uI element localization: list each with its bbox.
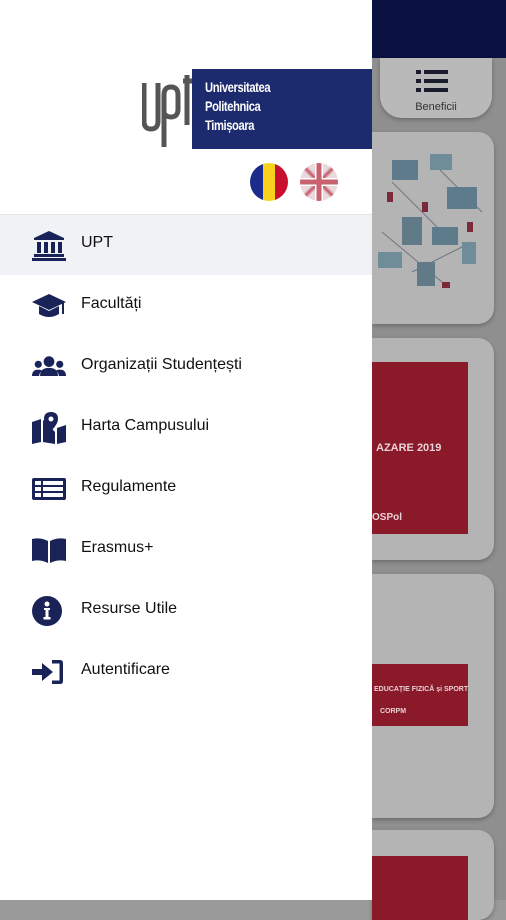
event-poster-title: AZARE 2019 (376, 442, 442, 454)
info-icon (32, 596, 62, 626)
sign-in-icon (32, 660, 63, 684)
menu-item-faculties[interactable]: Facultăți (0, 276, 372, 336)
menu-item-campus-map[interactable]: Harta Campusului (0, 398, 372, 458)
sport-poster-title: EDUCAȚIE FIZICĂ și SPORT (374, 686, 469, 693)
menu-item-useful-resources[interactable]: Resurse Utile (0, 581, 372, 641)
menu-item-student-organizations[interactable]: Organizații Studențești (0, 337, 372, 397)
bottom-poster (372, 856, 468, 920)
institution-icon (32, 231, 66, 261)
users-icon (32, 356, 66, 376)
logo-line-1: Universitatea (205, 79, 271, 95)
menu-label-campus-map: Harta Campusului (81, 417, 210, 434)
menu-label-upt: UPT (81, 234, 113, 251)
graduation-cap-icon (32, 294, 66, 317)
navigation-drawer: Universitatea Politehnica Timișoara UPT … (0, 0, 372, 900)
menu-item-upt[interactable]: UPT (0, 215, 372, 275)
menu-label-useful-resources: Resurse Utile (81, 600, 178, 617)
menu-label-student-organizations: Organizații Studențești (81, 356, 242, 373)
list-icon (416, 70, 448, 92)
upt-logo[interactable]: Universitatea Politehnica Timișoara (142, 69, 372, 149)
card-devices[interactable] (372, 132, 494, 324)
logo-line-2: Politehnica (205, 98, 261, 114)
english-flag-icon[interactable] (300, 163, 338, 201)
sport-poster (372, 664, 468, 726)
upt-logo-mark (142, 75, 192, 147)
menu-item-login[interactable]: Autentificare (0, 642, 372, 702)
list-document-icon (32, 478, 66, 500)
benefits-tab[interactable]: Beneficii (380, 58, 492, 118)
card-event-2019[interactable]: AZARE 2019 OSPol (372, 338, 494, 560)
devices-illustration (378, 154, 483, 288)
romanian-flag-icon[interactable] (250, 163, 288, 201)
menu-item-regulations[interactable]: Regulamente (0, 459, 372, 519)
menu-label-regulations: Regulamente (81, 478, 177, 495)
menu-label-faculties: Facultăți (81, 295, 142, 312)
app-header-band (372, 0, 506, 58)
card-bottom[interactable] (372, 830, 494, 920)
sport-poster-sub: CORPM (380, 708, 407, 715)
map-marker-icon (32, 412, 66, 444)
menu-item-erasmus[interactable]: Erasmus+ (0, 520, 372, 580)
event-poster-logo: OSPol (372, 512, 403, 523)
card-sport[interactable]: EDUCAȚIE FIZICĂ și SPORT CORPM (372, 574, 494, 818)
menu-label-erasmus: Erasmus+ (81, 539, 154, 556)
open-book-icon (32, 538, 66, 563)
benefits-label: Beneficii (415, 101, 457, 113)
logo-line-3: Timișoara (205, 117, 255, 133)
menu-label-login: Autentificare (81, 661, 170, 678)
